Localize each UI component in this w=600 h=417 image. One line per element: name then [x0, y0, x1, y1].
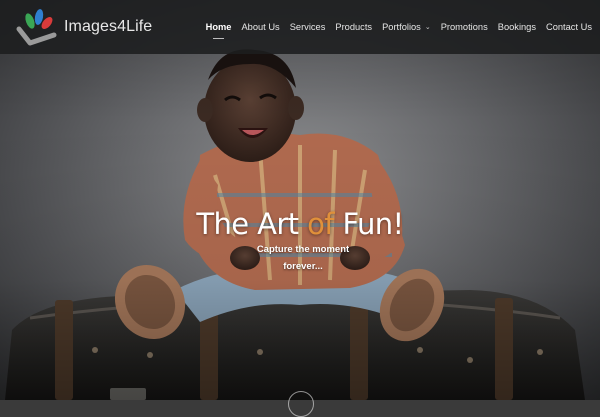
nav-services[interactable]: Services: [290, 22, 326, 32]
main-nav: Home About Us Services Products Portfoli…: [196, 0, 592, 54]
brand-name: Images4Life: [64, 18, 153, 35]
chevron-down-icon: ⌄: [424, 24, 431, 31]
headline-part-3: Fun!: [342, 207, 405, 242]
logo-icon: [16, 9, 57, 46]
hero-overlay: [0, 0, 600, 400]
headline-part-2: of: [307, 207, 334, 242]
hero-banner: [0, 0, 600, 400]
nav-portfolios-label: Portfolios: [382, 22, 421, 32]
nav-bookings[interactable]: Bookings: [498, 22, 536, 32]
nav-promotions[interactable]: Promotions: [441, 22, 488, 32]
nav-about-us[interactable]: About Us: [241, 22, 279, 32]
site-header: Images4Life Home About Us Services Produ…: [0, 0, 600, 54]
logo-link[interactable]: Images4Life: [16, 7, 152, 47]
nav-contact-us[interactable]: Contact Us: [546, 22, 592, 32]
scroll-down-button[interactable]: [288, 391, 314, 417]
hero-headline: The Art of Fun!: [0, 207, 600, 241]
headline-part-1: The Art: [196, 207, 299, 242]
nav-home[interactable]: Home: [206, 22, 231, 39]
nav-products[interactable]: Products: [335, 22, 372, 32]
hero-tagline: Capture the moment forever...: [256, 244, 350, 272]
nav-portfolios[interactable]: Portfolios ⌄: [382, 22, 431, 32]
